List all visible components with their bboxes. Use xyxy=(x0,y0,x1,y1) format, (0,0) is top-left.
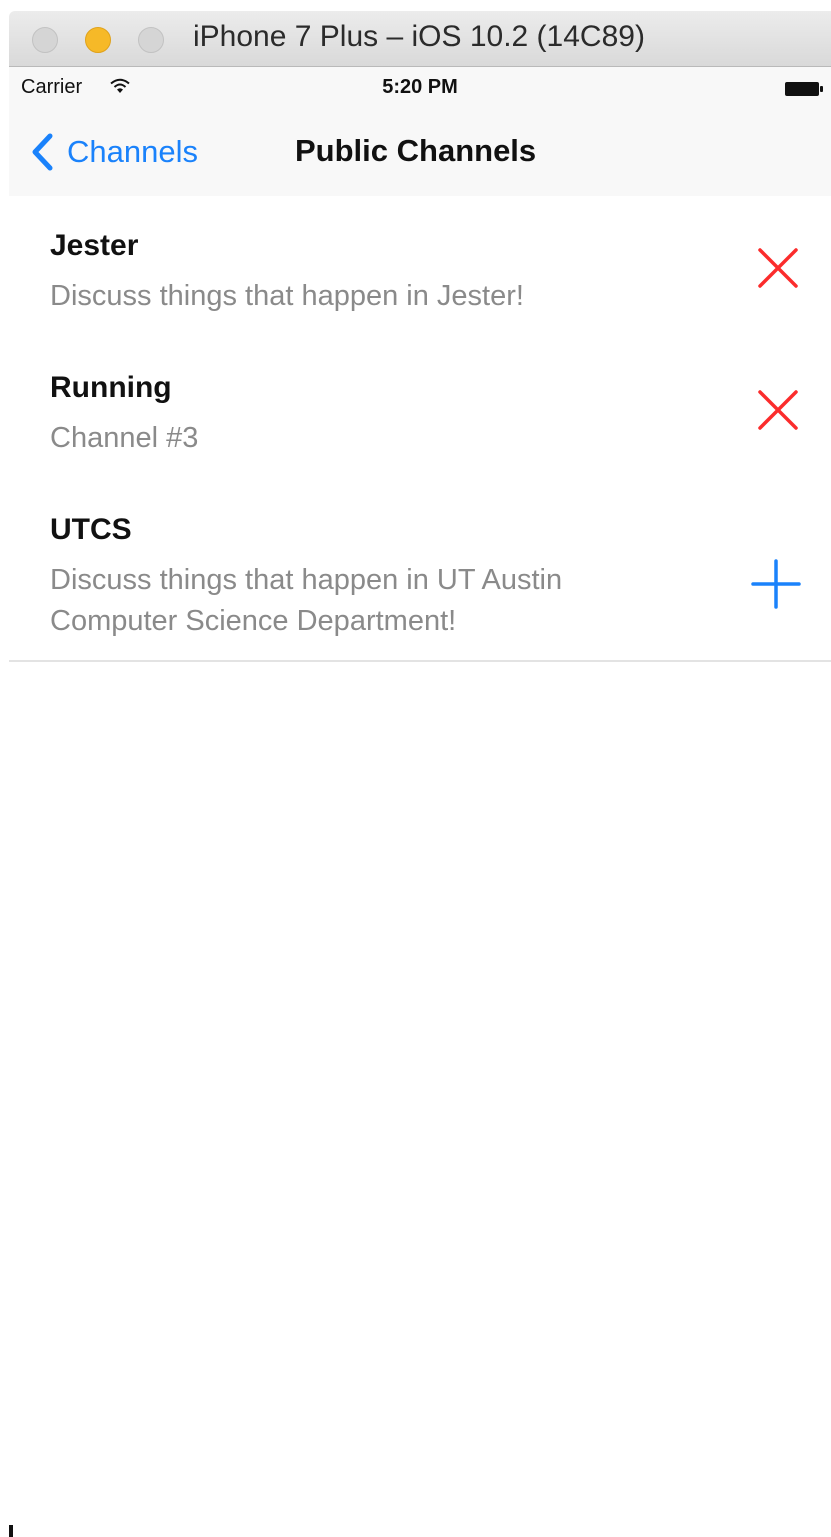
status-bar: Carrier 5:20 PM xyxy=(9,67,831,109)
simulator-window: iPhone 7 Plus – iOS 10.2 (14C89) Carrier… xyxy=(0,0,831,1537)
navigation-bar: Channels Public Channels xyxy=(9,109,831,196)
channel-row-utcs[interactable]: UTCS Discuss things that happen in UT Au… xyxy=(9,480,831,660)
status-time: 5:20 PM xyxy=(382,76,458,98)
channel-name: Running xyxy=(50,371,172,404)
screen-corner-edge xyxy=(9,1525,13,1537)
channel-description: Discuss things that happen in Jester! xyxy=(50,280,524,312)
close-icon[interactable] xyxy=(755,387,801,433)
channel-description: Channel #3 xyxy=(50,422,199,454)
channel-row-running[interactable]: Running Channel #3 xyxy=(9,338,831,480)
channel-description: Discuss things that happen in UT Austin … xyxy=(50,564,563,637)
back-button[interactable]: Channels xyxy=(31,129,198,175)
back-button-label: Channels xyxy=(67,134,198,169)
channel-name: UTCS xyxy=(50,513,132,546)
window-close-button[interactable] xyxy=(32,27,58,53)
page-title: Public Channels xyxy=(295,133,537,168)
window-zoom-button[interactable] xyxy=(138,27,164,53)
list-bottom-divider xyxy=(9,660,831,662)
channel-row-jester[interactable]: Jester Discuss things that happen in Jes… xyxy=(9,196,831,338)
plus-icon[interactable] xyxy=(751,559,801,609)
close-icon[interactable] xyxy=(755,245,801,291)
channel-name: Jester xyxy=(50,229,139,262)
battery-icon xyxy=(785,82,823,96)
window-title: iPhone 7 Plus – iOS 10.2 (14C89) xyxy=(193,20,645,53)
window-minimize-button[interactable] xyxy=(85,27,111,53)
window-titlebar: iPhone 7 Plus – iOS 10.2 (14C89) xyxy=(9,11,831,67)
ios-screen: Carrier 5:20 PM Channels Public Channels xyxy=(9,67,831,1537)
chevron-left-icon xyxy=(32,133,53,171)
